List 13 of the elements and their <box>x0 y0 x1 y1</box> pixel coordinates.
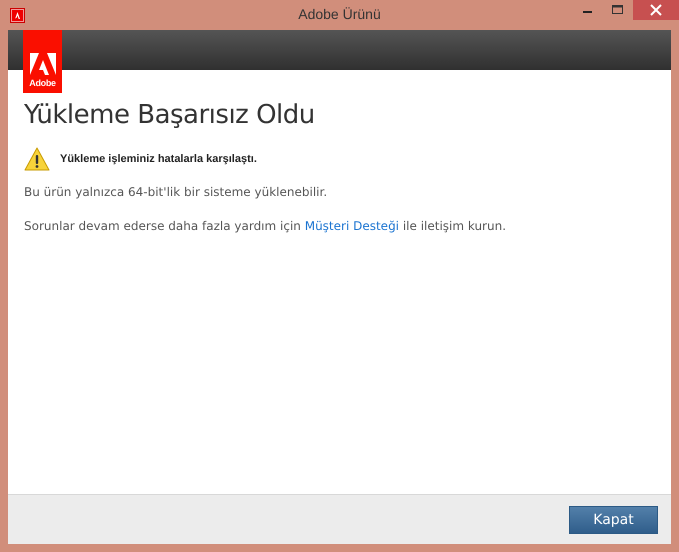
maximize-icon <box>612 5 624 15</box>
warning-text: Yükleme işleminiz hatalarla karşılaştı. <box>60 153 257 165</box>
support-text: Sorunlar devam ederse daha fazla yardım için Müşteri Desteği ile iletişim kurun. <box>24 219 508 233</box>
warning-icon <box>24 147 50 171</box>
close-dialog-button[interactable]: Kapat <box>569 506 658 534</box>
close-icon <box>650 4 662 16</box>
message-text: Bu ürün yalnızca 64-bit'lik bir sisteme yüklenebilir. <box>24 185 328 199</box>
close-button[interactable] <box>633 0 679 20</box>
window-title: Adobe Ürünü <box>298 6 381 22</box>
adobe-logo: Adobe <box>23 30 62 93</box>
support-link[interactable]: Müşteri Desteği <box>304 219 400 233</box>
error-heading: Yükleme Başarısız Oldu <box>24 100 316 130</box>
app-icon <box>10 8 25 22</box>
